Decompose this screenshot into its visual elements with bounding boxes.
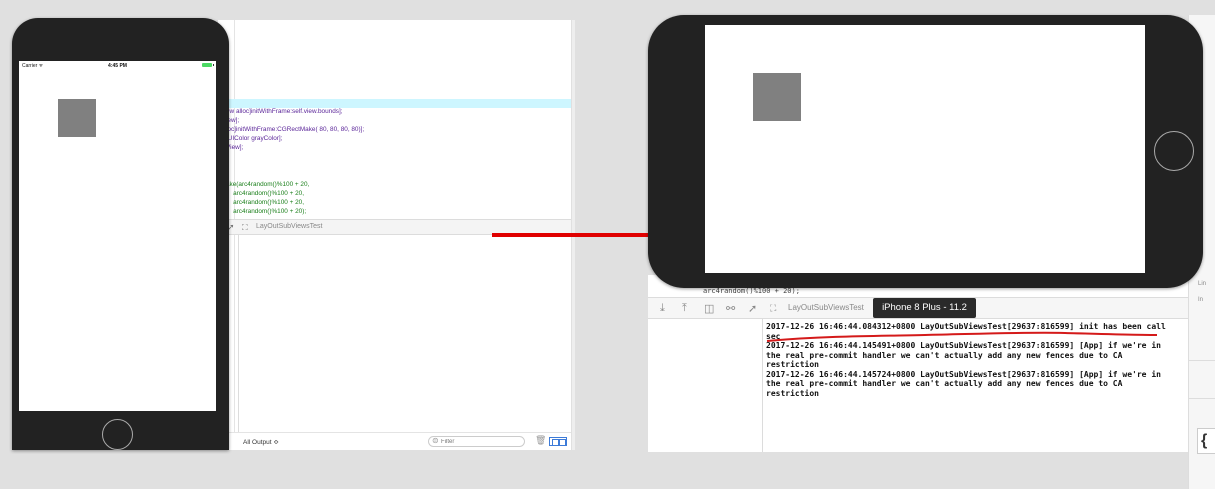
- battery-icon: [202, 63, 214, 67]
- home-button[interactable]: [1154, 131, 1194, 171]
- code-line: arc4random()%100 + 20);: [703, 287, 800, 295]
- code-line: ake(arc4random()%100 + 20,: [226, 181, 310, 188]
- code-line: ew alloc]initWithFrame:self.view.bounds]…: [226, 108, 343, 115]
- step-over-icon[interactable]: ⤓: [660, 302, 665, 315]
- device-tooltip: iPhone 8 Plus - 11.2: [873, 298, 976, 318]
- scheme-icon[interactable]: ⛶: [770, 303, 776, 314]
- inspector-label: In: [1198, 297, 1204, 303]
- code-editor[interactable]: ew alloc]initWithFrame:self.view.bounds]…: [218, 20, 571, 220]
- filter-field[interactable]: ⊜: [428, 436, 525, 447]
- red-underline-annotation: [766, 331, 1158, 342]
- console-split-divider[interactable]: [238, 235, 239, 450]
- status-time: 4:45 PM: [108, 63, 127, 69]
- step-out-icon[interactable]: ⤒: [682, 302, 687, 315]
- code-snippet-icon[interactable]: {: [1197, 428, 1215, 454]
- simulator-screen[interactable]: Carrier ᯤ 4:45 PM: [19, 61, 216, 411]
- left-simulator-phone: Carrier ᯤ 4:45 PM: [12, 18, 229, 450]
- code-line: arc4random()%100 + 20,: [226, 199, 304, 206]
- view-hierarchy-icon[interactable]: ◫: [704, 302, 714, 315]
- filter-input[interactable]: [441, 438, 521, 446]
- location-arrow-icon[interactable]: ➚: [748, 302, 757, 315]
- gray-view: [58, 99, 96, 137]
- code-line: [UIColor grayColor];: [226, 135, 283, 142]
- gray-view: [753, 73, 801, 121]
- right-xcode-window: arc4random()%100 + 20); ⤓ ⤒ ◫ ⚯ ➚ ⛶ LayO…: [648, 275, 1203, 452]
- right-simulator-phone: [648, 15, 1203, 288]
- inspector-label: Lin: [1198, 281, 1207, 287]
- simulator-screen[interactable]: [705, 25, 1145, 273]
- console-bottom-bar: All Output ≎ ⊜ 🗑: [218, 432, 571, 450]
- search-icon: ⊜: [432, 436, 439, 445]
- code-line: arc4random()%100 + 20);: [226, 208, 307, 215]
- home-button[interactable]: [102, 419, 133, 450]
- split-view-icon[interactable]: [549, 437, 567, 446]
- code-line: arc4random()%100 + 20,: [226, 190, 304, 197]
- code-line: loc]initWithFrame:CGRectMake( 80, 80, 80…: [226, 126, 365, 133]
- scheme-icon[interactable]: ⛶: [242, 223, 248, 233]
- memory-graph-icon[interactable]: ⚯: [726, 302, 735, 315]
- scheme-label: LayOutSubViewsTest: [788, 303, 864, 312]
- divider: [1189, 360, 1215, 361]
- divider: [1189, 398, 1215, 399]
- trash-icon[interactable]: 🗑: [535, 435, 546, 446]
- scheme-label: LayOutSubViewsTest: [256, 223, 323, 230]
- output-selector[interactable]: All Output ≎: [243, 438, 279, 446]
- console-split-divider[interactable]: [762, 319, 763, 452]
